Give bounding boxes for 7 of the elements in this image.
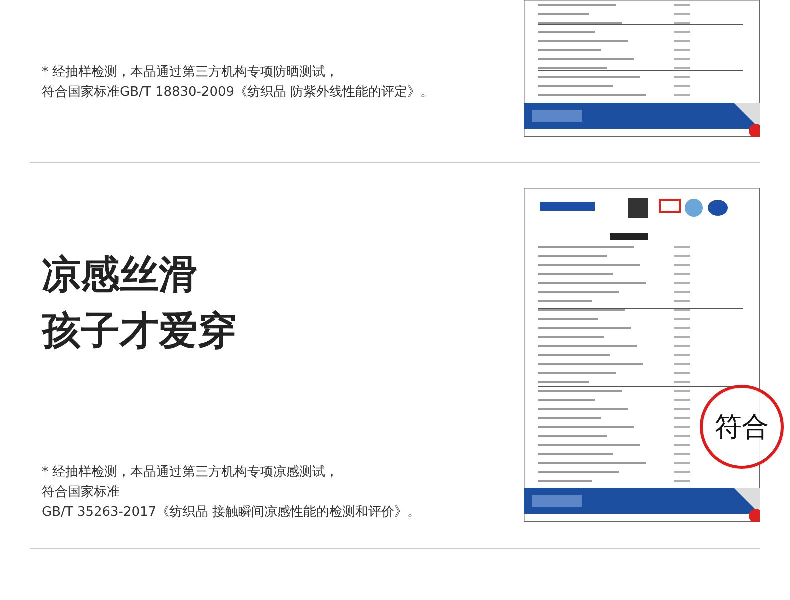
- note-text: * 经抽样检测，本品通过第三方机构专项防晒测试，: [42, 64, 340, 82]
- note-text: 符合国家标准GB/T 18830-2009《纺织品 防紫外线性能的评定》。: [42, 84, 435, 102]
- note-text: * 经抽样检测，本品通过第三方机构专项凉感测试，: [42, 464, 340, 482]
- note-text: GB/T 35263-2017《纺织品 接触瞬间凉感性能的检测和评价》。: [42, 504, 422, 522]
- headline: 孩子才爱穿: [42, 308, 238, 356]
- note-text: 符合国家标准: [42, 484, 121, 502]
- headline: 凉感丝滑: [42, 252, 199, 300]
